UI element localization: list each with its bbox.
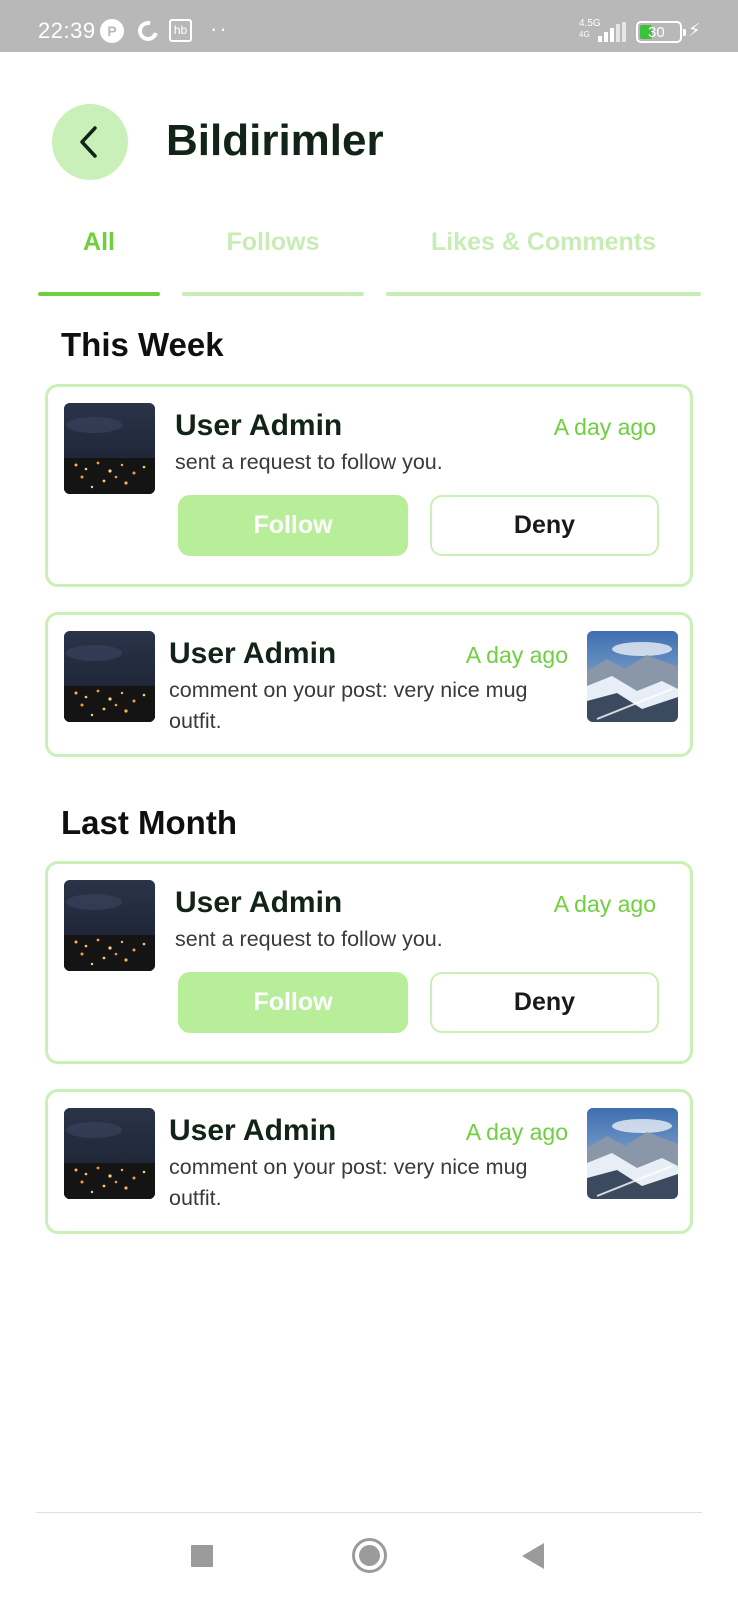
status-bar: 22:39 P hb ·· 4.5G 4G 30 ⚡	[0, 0, 738, 52]
battery-icon: 30	[636, 21, 686, 43]
notification-p-icon: P	[100, 19, 124, 43]
post-thumbnail[interactable]	[587, 631, 678, 722]
section-title-this-week: This Week	[61, 326, 224, 363]
hb-app-icon: hb	[169, 19, 192, 42]
notification-message: comment on your post: very nice mug outf…	[169, 1155, 528, 1210]
avatar[interactable]	[64, 403, 155, 494]
moon-icon	[134, 17, 162, 45]
chevron-left-icon	[80, 126, 97, 158]
user-name[interactable]: User Admin	[175, 886, 342, 920]
more-dots-icon: ··	[210, 16, 229, 41]
avatar[interactable]	[64, 631, 155, 722]
deny-button[interactable]: Deny	[430, 972, 659, 1033]
avatar[interactable]	[64, 880, 155, 971]
notification-message: sent a request to follow you.	[175, 927, 443, 951]
tab-indicator-likes	[386, 292, 701, 296]
tab-all[interactable]: All	[38, 228, 160, 257]
user-name[interactable]: User Admin	[175, 409, 342, 443]
comment-card[interactable]: User Admin A day ago comment on your pos…	[45, 612, 693, 757]
charging-bolt-icon: ⚡	[688, 20, 701, 40]
home-icon[interactable]	[352, 1538, 387, 1573]
timestamp: A day ago	[465, 1119, 568, 1145]
comment-card[interactable]: User Admin A day ago comment on your pos…	[45, 1089, 693, 1234]
notification-message: comment on your post: very nice mug outf…	[169, 678, 528, 733]
network-label-bottom: 4G	[579, 30, 590, 39]
tab-indicator-all	[38, 292, 160, 296]
battery-level: 30	[648, 24, 665, 41]
signal-icon	[598, 22, 626, 42]
follow-request-card[interactable]: User Admin A day ago sent a request to f…	[45, 384, 693, 587]
post-thumbnail[interactable]	[587, 1108, 678, 1199]
timestamp: A day ago	[553, 414, 656, 440]
page-title: Bildirimler	[166, 116, 384, 165]
follow-request-card[interactable]: User Admin A day ago sent a request to f…	[45, 861, 693, 1064]
follow-button[interactable]: Follow	[178, 495, 408, 556]
notification-message: sent a request to follow you.	[175, 450, 443, 474]
section-title-last-month: Last Month	[61, 804, 237, 841]
nav-divider	[36, 1512, 702, 1513]
recent-apps-icon[interactable]	[191, 1545, 213, 1567]
tab-indicator-follows	[182, 292, 364, 296]
back-triangle-icon[interactable]	[522, 1543, 544, 1569]
tab-likes-comments[interactable]: Likes & Comments	[386, 228, 701, 257]
avatar[interactable]	[64, 1108, 155, 1199]
user-name[interactable]: User Admin	[169, 1114, 336, 1148]
user-name[interactable]: User Admin	[169, 637, 336, 671]
deny-button[interactable]: Deny	[430, 495, 659, 556]
back-button[interactable]	[52, 104, 128, 180]
timestamp: A day ago	[465, 642, 568, 668]
status-time: 22:39	[38, 18, 96, 43]
follow-button[interactable]: Follow	[178, 972, 408, 1033]
timestamp: A day ago	[553, 891, 656, 917]
tab-follows[interactable]: Follows	[182, 228, 364, 257]
